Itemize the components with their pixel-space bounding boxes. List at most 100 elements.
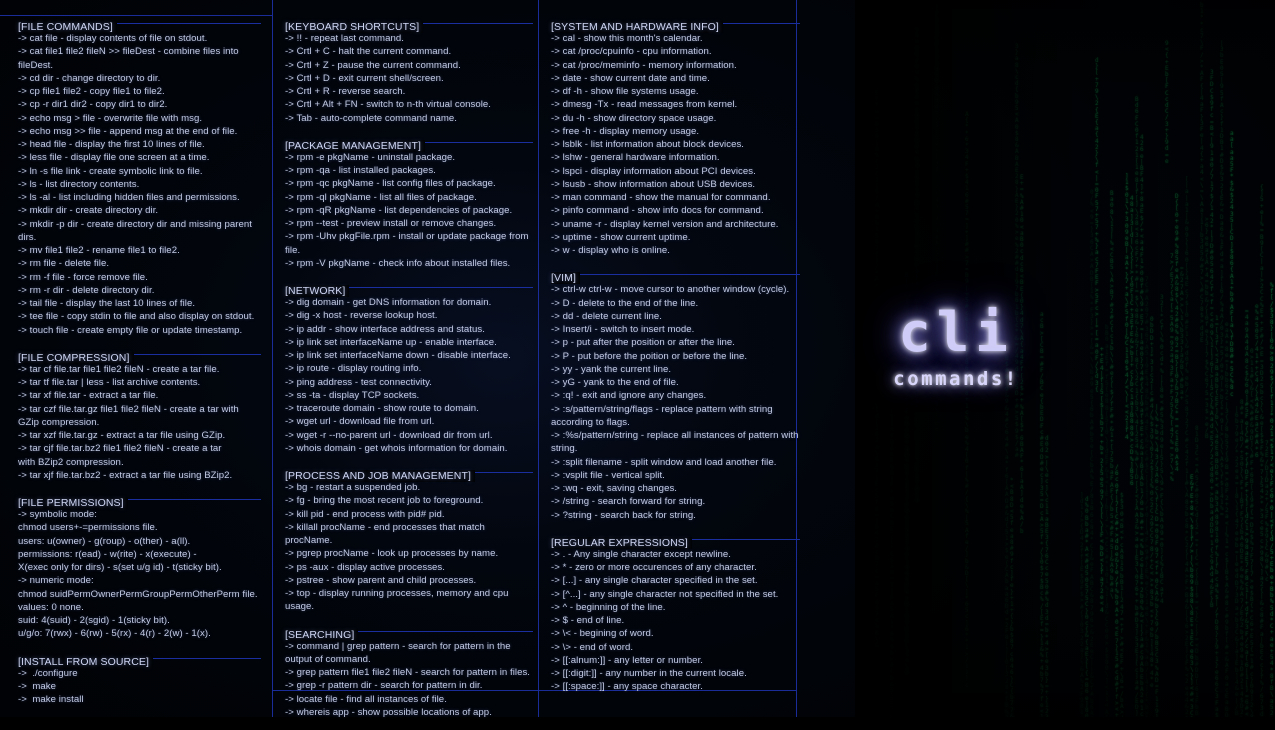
command-line: suid: 4(suid) - 2(sgid) - 1(sticky bit). [18,615,170,626]
command-line: -> !! - repeat last command. [285,33,404,44]
section-header: [VIM] [551,268,800,285]
command-line: -> tail file - display the last 10 lines… [18,298,196,309]
section-title: [SYSTEM AND HARDWARE INFO] [551,21,723,33]
command-line: -> cat /proc/cpuinfo - cpu information. [551,46,712,58]
command-line: -> Tab - auto-complete command name. [285,112,457,124]
section-rule [551,274,800,276]
command-line: -> whereis app - show possible locations… [285,706,492,718]
section-title: [VIM] [551,272,581,285]
section-header: [PACKAGE MANAGEMENT] [285,136,533,152]
section-package-management: [PACKAGE MANAGEMENT] -> rpm -e pkgName - … [285,136,533,270]
section-searching: [SEARCHING] -> command | grep pattern - s… [285,625,533,720]
command-line: -> \< - begining of word. [551,628,654,640]
section-title: [PROCESS AND JOB MANAGEMENT] [285,470,475,482]
command-line: -> locate file - find all instances of f… [285,693,447,705]
section-header: [FILE COMPRESSION] [18,348,261,364]
command-line: -> less file - display file one screen a… [18,152,210,164]
command-line: -> Crtl + D - exit current shell/screen. [285,72,444,84]
command-line: -> head file - display the first 10 line… [18,139,205,150]
command-line: -> cp file1 file2 - copy file1 to file2. [18,86,165,97]
command-line: -> rpm -e pkgName - uninstall package. [285,151,456,163]
section-header: [PROCESS AND JOB MANAGEMENT] [285,466,533,482]
command-line: -> ^ - beginning of the line. [551,601,666,613]
command-line: -> touch file - create empty file or upd… [18,324,243,336]
command-line: -> wget -r --no-parent url - download di… [285,429,493,441]
section-title: [FILE COMPRESSION] [18,351,134,364]
command-line: -> [[:digit:]] - any number in the curre… [551,668,747,679]
command-line: -> * - zero or more occurences of any ch… [551,562,757,573]
command-line: -> rm file - delete file. [18,258,110,270]
command-line: u/g/o: 7(rwx) - 6(rw) - 5(rx) - 4(r) - 2… [18,628,211,640]
command-line: -> cd dir - change directory to dir. [18,72,161,84]
command-line: -> [[:space:]] - any space character. [551,681,703,693]
command-line: -> tar cjf file.tar.bz2 file1 file2 file… [18,443,222,468]
command-line: -> mkdir dir - create directory dir. [18,205,159,217]
command-line: -> ln -s file link - create symbolic lin… [18,165,203,177]
command-line: -> dig -x host - reverse lookup host. [285,310,438,322]
command-line: -> cat file1 file2 fileN >> fileDest - c… [18,46,242,71]
command-line: -> yy - yank the current line. [551,363,672,375]
command-line: -> dig domain - get DNS information for … [285,297,492,308]
command-line: chmod users+-=permissions file. [18,522,158,534]
command-line: -> df -h - show file systems usage. [551,86,699,97]
command-line: -> cal - show this month's calendar. [551,33,703,44]
command-line: -> tar czf file.tar.gz file1 file2 fileN… [18,403,239,428]
command-line: -> rpm -qc pkgName - list config files o… [285,178,496,190]
command-line: X(exec only for dirs) - s(set u/g id) - … [18,562,222,573]
command-line: -> echo msg >> file - append msg at the … [18,125,238,137]
command-line: chmod suidPermOwnerPermGroupPermOtherPer… [18,588,258,600]
command-line: values: 0 none. [18,601,84,613]
command-line: -> lsblk - list information about block … [551,139,745,150]
command-line: permissions: r(ead) - w(rite) - x(execut… [18,548,197,560]
section-title: [SEARCHING] [285,628,359,641]
command-line: -> rm -f file - force remove file. [18,271,148,283]
section-title: [REGULAR EXPRESSIONS] [551,536,692,549]
divider-horizontal-top-left [0,15,272,16]
command-line: -> man command - show the manual for com… [551,192,771,203]
command-line: -> Crtl + Alt + FN - switch to n-th virt… [285,99,492,111]
command-line: -> . - Any single character except newli… [551,548,731,560]
section-header: [INSTALL FROM SOURCE] [18,652,261,668]
command-line: -> kill pid - end process with pid# pid. [285,508,445,520]
command-line: -> rpm --test - preview install or remov… [285,218,497,229]
section-keyboard-shortcuts: [KEYBOARD SHORTCUTS] -> !! - repeat last … [285,17,533,125]
column-shortcuts-network: [KEYBOARD SHORTCUTS] -> !! - repeat last … [285,17,533,730]
command-line: -> cat file - display contents of file o… [18,33,208,44]
command-line: -> tar xzf file.tar.gz - extract a tar f… [18,430,226,441]
command-line: -> pstree - show parent and child proces… [285,574,477,586]
command-line: -> [...] - any single character specifie… [551,575,758,587]
section-header: [FILE PERMISSIONS] [18,493,261,509]
command-line: -> make [18,680,56,692]
section-file-compression: [FILE COMPRESSION] -> tar cf file.tar fil… [18,348,261,482]
command-line: -> Crtl + R - reverse search. [285,86,406,97]
command-line: -> [^...] - any single character not spe… [551,588,779,600]
command-line: -> cp -r dir1 dir2 - copy dir1 to dir2. [18,99,168,111]
command-line: -> ./configure [18,667,78,679]
command-line: -> rpm -Uhv pkgFile.rpm - install or upd… [285,231,532,256]
divider-vertical-right [538,0,539,717]
command-line: -> lspci - display information about PCI… [551,165,756,177]
command-line: -> :split filename - split window and lo… [551,456,777,468]
command-line: -> cat /proc/meminfo - memory informatio… [551,59,737,71]
command-line: -> Crtl + C - halt the current command. [285,46,452,58]
command-line: -> traceroute domain - show route to dom… [285,403,479,414]
command-line: -> :q! - exit and ignore any changes. [551,390,707,402]
command-line: -> du -h - show directory space usage. [551,112,717,124]
command-line: -> Crtl + Z - pause the current command. [285,59,461,71]
command-line: -> Insert/i - switch to insert mode. [551,324,695,335]
command-line: -> ps -aux - display active processes. [285,561,445,573]
command-line: -> :vsplit file - vertical split. [551,469,665,481]
command-line: -> echo msg > file - overwrite file with… [18,112,203,124]
command-line: users: u(owner) - g(roup) - o(ther) - a(… [18,535,191,547]
command-line: -> w - display who is online. [551,245,671,256]
command-line: -> dd - delete current line. [551,310,662,322]
section-title: [KEYBOARD SHORTCUTS] [285,21,424,33]
command-line: -> numeric mode: [18,575,94,587]
command-line: -> rpm -qR pkgName - list dependencies o… [285,204,513,216]
command-line: -> ip route - display routing info. [285,363,422,375]
section-header: [FILE COMMANDS] [18,17,261,33]
command-line: -> p - put after the position or after t… [551,337,735,349]
command-line: -> rm -r dir - delete directory dir. [18,284,155,296]
command-line: -> date - show current date and time. [551,72,710,84]
command-line: -> rpm -V pkgName - check info about ins… [285,257,511,269]
